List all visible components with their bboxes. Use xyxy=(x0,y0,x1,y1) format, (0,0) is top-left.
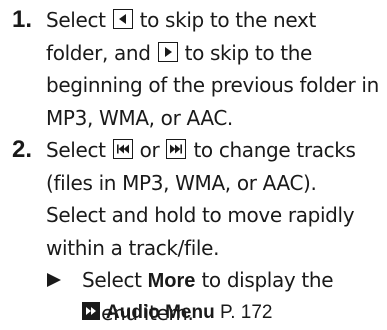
bullet-triangle-icon xyxy=(47,273,61,287)
reference-link[interactable]: Audio Menu P. 172 xyxy=(82,297,272,330)
step-1-line-2a: folder, and xyxy=(46,40,151,65)
more-label: More xyxy=(147,270,196,292)
step-1-text: Select to skip to the next folder, and t… xyxy=(46,4,384,134)
step-2-line-1b: or xyxy=(139,138,160,162)
step-2-line-3: Select and hold to move rapidly xyxy=(46,203,355,228)
step-1-line-2b: to skip to the xyxy=(184,40,313,65)
folder-up-icon xyxy=(157,41,178,62)
arrow-right-icon xyxy=(82,302,100,320)
skip-forward-icon xyxy=(166,139,187,159)
skip-back-icon xyxy=(112,139,133,159)
manual-page: 1. Select to skip to the next folder, an… xyxy=(0,0,387,330)
step-1-line-1a: Select xyxy=(46,8,106,32)
reference-title: Audio Menu xyxy=(106,302,215,323)
step-1-line-1b: to skip to the next xyxy=(139,8,317,32)
reference-page: P. 172 xyxy=(219,302,273,323)
folder-down-icon xyxy=(112,9,133,29)
step-2-number: 2. xyxy=(12,136,33,163)
step-2-line-4: within a track/file. xyxy=(46,235,220,260)
step-1-line-3: beginning of the previous folder in xyxy=(46,73,379,98)
step-2-line-2: (files in MP3, WMA, or AAC). xyxy=(46,170,317,195)
step-1-line-4: MP3, WMA, or AAC. xyxy=(46,105,233,130)
step-2-line-1a: Select xyxy=(46,138,106,162)
step-2-line-1c: to change tracks xyxy=(193,138,356,162)
note-line-1: Select More to display the xyxy=(82,268,334,292)
step-1-number: 1. xyxy=(12,6,33,33)
step-2-text: Select or to change tracks (files in MP3… xyxy=(46,134,384,264)
